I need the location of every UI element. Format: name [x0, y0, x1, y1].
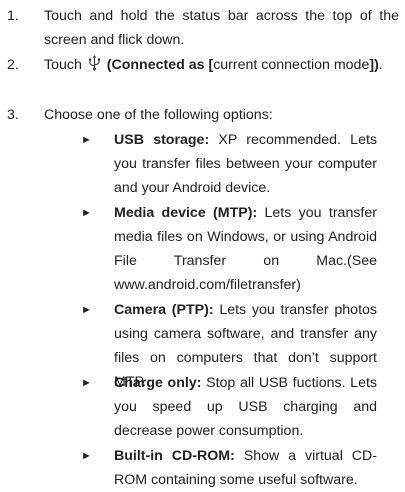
option-title: Camera (PTP): — [114, 302, 214, 318]
option-title: Built-in CD-ROM: — [114, 448, 235, 464]
step-prefix: Touch — [44, 57, 86, 73]
step-number: 1. — [7, 8, 19, 24]
step-text: Touch and hold the status bar across the… — [44, 8, 399, 48]
option-text: Charge only: Stop all USB fuctions. Lets… — [114, 371, 377, 443]
step-suffix: . — [378, 57, 383, 73]
option-text: Built-in CD-ROM: Show a virtual CD-ROM c… — [114, 444, 377, 492]
option-title: Charge only: — [114, 375, 202, 391]
step-number: 3. — [7, 107, 19, 123]
usb-icon — [88, 55, 101, 71]
option-text: USB storage: XP recommended. Lets you tr… — [114, 128, 377, 200]
option-title: Media device (MTP): — [114, 205, 258, 221]
connection-mode-text: current connection mode — [213, 57, 370, 73]
option-text: Media device (MTP): Lets you transfer me… — [114, 201, 377, 297]
step-text: Choose one of the following options: — [44, 107, 273, 123]
bullet-arrow-icon: ► — [81, 304, 92, 316]
step-number: 2. — [7, 57, 19, 73]
bullet-arrow-icon: ► — [81, 377, 92, 389]
bullet-arrow-icon: ► — [81, 207, 92, 219]
bullet-arrow-icon: ► — [81, 134, 92, 146]
bullet-arrow-icon: ► — [81, 450, 92, 462]
step-text: Touch (Connected as [current connection … — [44, 53, 399, 77]
option-title: USB storage: — [114, 132, 210, 148]
connected-as-close: ]) — [369, 57, 379, 73]
connected-as-open: (Connected as [ — [102, 57, 214, 73]
